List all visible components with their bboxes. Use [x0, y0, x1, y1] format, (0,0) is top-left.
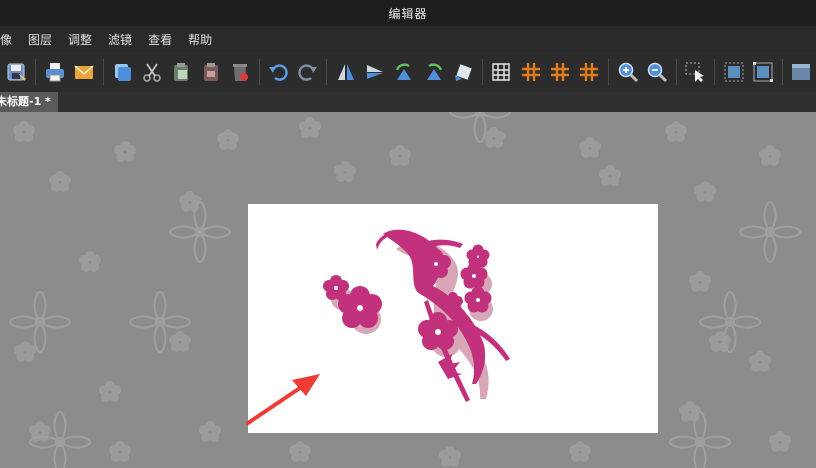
main-toolbar: [0, 52, 816, 92]
toolbar-separator: [608, 59, 610, 85]
zoom-in-icon: [618, 62, 638, 83]
paste-button[interactable]: [169, 59, 194, 85]
grid-icon: [492, 63, 511, 81]
menu-layer[interactable]: 图层: [22, 31, 58, 48]
email-button[interactable]: [72, 59, 97, 85]
toolbar-separator: [481, 59, 483, 85]
cut-button[interactable]: [139, 59, 164, 85]
crop-icon: [724, 62, 744, 82]
rotate-right-icon: [426, 63, 442, 80]
panel-button[interactable]: [789, 59, 814, 85]
menu-image[interactable]: 像: [0, 31, 18, 48]
menu-help[interactable]: 帮助: [182, 31, 218, 48]
hash-icon: [580, 63, 599, 81]
hash-button-1[interactable]: [518, 59, 543, 85]
menu-bar: 像 图层 调整 滤镜 查看 帮助: [0, 26, 816, 52]
toolbar-separator: [781, 59, 783, 85]
panel-icon: [792, 64, 811, 80]
zoom-out-button[interactable]: [644, 59, 669, 85]
undo-button[interactable]: [266, 59, 291, 85]
delete-button[interactable]: [227, 59, 252, 85]
toolbar-separator: [258, 59, 260, 85]
select-button[interactable]: [683, 59, 708, 85]
paste-icon: [174, 63, 189, 81]
flower-artwork: [323, 229, 510, 402]
tab-untitled-1[interactable]: 未标题-1 *: [0, 92, 58, 112]
save-as-button[interactable]: [4, 59, 29, 85]
window-title: 编辑器: [388, 7, 428, 21]
menu-filter[interactable]: 滤镜: [102, 31, 138, 48]
toolbar-separator: [35, 59, 37, 85]
rotate-left-button[interactable]: [392, 59, 417, 85]
menu-adjust[interactable]: 调整: [62, 31, 98, 48]
menu-view[interactable]: 查看: [142, 31, 178, 48]
delete-icon: [232, 64, 248, 81]
redo-icon: [297, 64, 317, 81]
rotate-free-icon: [455, 64, 472, 81]
workspace-canvas-area[interactable]: [0, 112, 816, 468]
image-canvas[interactable]: [248, 204, 658, 433]
paste-new-button[interactable]: [198, 59, 223, 85]
zoom-in-button[interactable]: [615, 59, 640, 85]
hash-icon: [521, 63, 540, 81]
hash-icon: [551, 63, 570, 81]
copy-icon: [114, 64, 131, 81]
print-icon: [45, 63, 64, 82]
redo-button[interactable]: [295, 59, 320, 85]
hash-button-2[interactable]: [547, 59, 572, 85]
save-as-icon: [7, 63, 26, 81]
cut-icon: [143, 63, 161, 82]
select-icon: [685, 62, 705, 82]
flip-vertical-button[interactable]: [362, 59, 387, 85]
rotate-right-button[interactable]: [421, 59, 446, 85]
toolbar-separator: [714, 59, 715, 85]
rotate-free-button[interactable]: [450, 59, 475, 85]
flip-horizontal-button[interactable]: [333, 59, 358, 85]
resize-button[interactable]: [750, 59, 775, 85]
zoom-out-icon: [647, 62, 668, 83]
toolbar-separator: [326, 59, 328, 85]
crop-button[interactable]: [721, 59, 746, 85]
window-titlebar: 编辑器: [0, 0, 816, 26]
copy-button[interactable]: [110, 59, 135, 85]
resize-icon: [752, 62, 773, 82]
grid-button[interactable]: [489, 59, 514, 85]
paste-new-icon: [203, 63, 218, 81]
print-button[interactable]: [42, 59, 67, 85]
rotate-left-icon: [396, 63, 412, 80]
toolbar-separator: [675, 59, 677, 85]
flip-vertical-icon: [367, 65, 384, 79]
undo-icon: [269, 64, 288, 81]
document-tab-bar: 未标题-1 *: [0, 92, 816, 112]
email-icon: [74, 65, 94, 79]
hash-button-3[interactable]: [577, 59, 602, 85]
flip-horizontal-icon: [337, 64, 354, 80]
toolbar-separator: [102, 59, 104, 85]
